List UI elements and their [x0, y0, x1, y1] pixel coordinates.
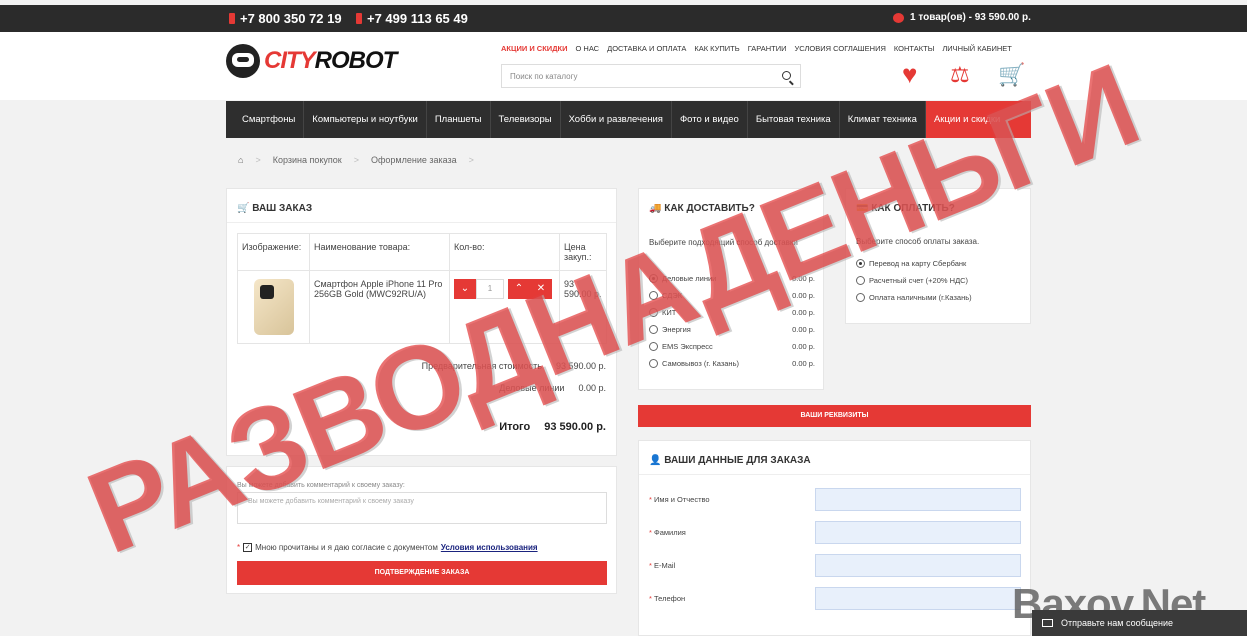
nav-sale[interactable]: АКЦИИ И СКИДКИ [501, 44, 568, 53]
search-input[interactable]: Поиск по каталогу [501, 64, 801, 88]
terms-link[interactable]: Условия использования [441, 543, 538, 552]
logo[interactable]: CITYROBOT [226, 44, 398, 78]
cat-tablets[interactable]: Планшеты [427, 101, 491, 138]
chat-widget[interactable]: Отправьте нам сообщение [1032, 610, 1247, 636]
your-data-title: 👤 ВАШИ ДАННЫЕ ДЛЯ ЗАКАЗА [639, 441, 1030, 475]
page: +7 800 350 72 19 +7 499 113 65 49 1 това… [0, 0, 1247, 636]
phone-2[interactable]: +7 499 113 65 49 [356, 11, 468, 26]
email-field[interactable] [815, 554, 1021, 577]
phone-1[interactable]: +7 800 350 72 19 [229, 11, 342, 26]
cart-summary[interactable]: 1 товар(ов) - 93 590.00 р. [893, 12, 1031, 23]
requisites-button[interactable]: ВАШИ РЕКВИЗИТЫ [638, 405, 1031, 427]
nav-warranty[interactable]: ГАРАНТИИ [748, 44, 787, 53]
field-surname-label: * Фамилия [649, 528, 686, 537]
nav-contacts[interactable]: КОНТАКТЫ [894, 44, 934, 53]
surname-field[interactable] [815, 521, 1021, 544]
your-data-panel: 👤 ВАШИ ДАННЫЕ ДЛЯ ЗАКАЗА * Имя и Отчеств… [638, 440, 1031, 636]
logo-text-city: CITY [264, 47, 316, 74]
cart-icon [893, 12, 904, 23]
nav-terms[interactable]: УСЛОВИЯ СОГЛАШЕНИЯ [795, 44, 886, 53]
nav-about[interactable]: О НАС [576, 44, 600, 53]
cat-photo[interactable]: Фото и видео [672, 101, 748, 138]
nav-delivery[interactable]: ДОСТАВКА И ОПЛАТА [607, 44, 686, 53]
breadcrumb-cart[interactable]: Корзина покупок [273, 155, 342, 165]
field-name-label: * Имя и Отчество [649, 495, 710, 504]
cat-appliances[interactable]: Бытовая техника [748, 101, 840, 138]
phone-field[interactable] [815, 587, 1021, 610]
cat-computers[interactable]: Компьютеры и ноутбуки [304, 101, 427, 138]
home-icon[interactable]: ⌂ [238, 155, 243, 165]
envelope-icon [1042, 619, 1053, 627]
cat-hobby[interactable]: Хобби и развлечения [561, 101, 672, 138]
cat-tv[interactable]: Телевизоры [491, 101, 561, 138]
breadcrumb: ⌂ > Корзина покупок > Оформление заказа > [238, 155, 474, 165]
agree-row: * ✓ Мною прочитаны и я даю согласие с док… [237, 543, 538, 552]
nav-how-to-buy[interactable]: КАК КУПИТЬ [694, 44, 739, 53]
nav-account[interactable]: ЛИЧНЫЙ КАБИНЕТ [942, 44, 1012, 53]
phone-icon [356, 13, 362, 24]
product-image[interactable] [253, 279, 294, 335]
breadcrumb-checkout[interactable]: Оформление заказа [371, 155, 457, 165]
payment-option[interactable]: Оплата наличными (г.Казань) [856, 289, 1026, 306]
top-bar: +7 800 350 72 19 +7 499 113 65 49 1 това… [0, 5, 1247, 32]
robot-logo-icon [226, 44, 260, 78]
confirm-order-button[interactable]: ПОДТВЕРЖДЕНИЕ ЗАКАЗА [237, 561, 607, 585]
phone-icon [229, 13, 235, 24]
compare-scale-icon[interactable]: ⚖ [950, 64, 974, 86]
cat-smartphones[interactable]: Смартфоны [226, 101, 305, 138]
payment-option[interactable]: Расчетный счет (+20% НДС) [856, 272, 1026, 289]
wishlist-heart-icon[interactable]: ♥ [902, 61, 926, 87]
field-phone-label: * Телефон [649, 594, 686, 603]
field-email-label: * E-Mail [649, 561, 676, 570]
search-icon[interactable] [782, 71, 791, 80]
agree-checkbox[interactable]: ✓ [243, 543, 253, 552]
logo-text-robot: ROBOT [314, 47, 398, 74]
top-nav: АКЦИИ И СКИДКИ О НАС ДОСТАВКА И ОПЛАТА К… [501, 44, 1012, 53]
name-field[interactable] [815, 488, 1021, 511]
total-row: Итого 93 590.00 р. [499, 421, 606, 433]
order-title: 🛒 ВАШ ЗАКАЗ [227, 189, 616, 223]
